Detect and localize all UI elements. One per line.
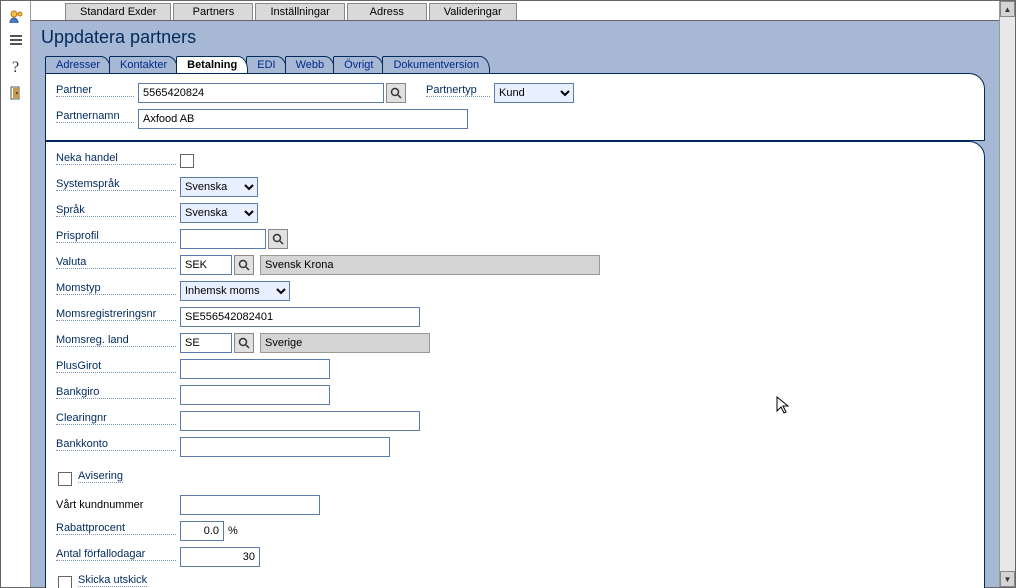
partner-lookup-button[interactable] [386, 83, 406, 103]
tab-betalning[interactable]: Betalning [176, 56, 248, 73]
partnernamn-label: Partnernamn [56, 108, 134, 123]
tab-kontakter[interactable]: Kontakter [109, 56, 178, 73]
scroll-up-button[interactable]: ▲ [1000, 1, 1015, 17]
search-icon [272, 233, 284, 245]
antal-forfall-label: Antal förfallodagar [56, 546, 176, 561]
tab-webb[interactable]: Webb [285, 56, 336, 73]
vart-kundnr-label: Vårt kundnummer [56, 499, 176, 511]
partnernamn-input[interactable] [138, 109, 468, 129]
search-icon [238, 259, 250, 271]
vertical-scrollbar[interactable]: ▲ ▼ [999, 1, 1015, 587]
clearingnr-label: Clearingnr [56, 410, 176, 425]
inner-tabs: Adresser Kontakter Betalning EDI Webb Öv… [31, 56, 999, 73]
plusgirot-label: PlusGirot [56, 358, 176, 373]
plusgirot-input[interactable] [180, 359, 330, 379]
momstyp-select[interactable]: Inhemsk moms [180, 281, 290, 301]
systemsprak-select[interactable]: Svenska [180, 177, 258, 197]
sprak-label: Språk [56, 202, 176, 217]
door-icon[interactable] [8, 85, 24, 101]
list-icon[interactable] [8, 33, 24, 49]
prisprofil-label: Prisprofil [56, 228, 176, 243]
bankkonto-label: Bankkonto [56, 436, 176, 451]
top-tab-partners[interactable]: Partners [173, 3, 253, 20]
tab-adresser[interactable]: Adresser [45, 56, 111, 73]
betalning-form-panel: Neka handel Systemspråk Svenska Språk Sv… [45, 141, 985, 588]
top-tabs: Standard Exder Partners Inställningar Ad… [31, 1, 999, 21]
partnertyp-label: Partnertyp [426, 82, 490, 97]
skicka-utskick-label: Skicka utskick [78, 572, 147, 587]
avisering-label: Avisering [78, 468, 123, 483]
antal-forfall-input[interactable] [180, 547, 260, 567]
skicka-utskick-checkbox[interactable] [58, 576, 72, 588]
momsreg-land-lookup-button[interactable] [234, 333, 254, 353]
vart-kundnr-input[interactable] [180, 495, 320, 515]
neka-handel-checkbox[interactable] [180, 154, 194, 168]
top-tab-adress[interactable]: Adress [347, 3, 427, 20]
search-icon [390, 87, 402, 99]
valuta-lookup-button[interactable] [234, 255, 254, 275]
content-area: Standard Exder Partners Inställningar Ad… [31, 1, 999, 587]
percent-symbol: % [228, 525, 238, 537]
user-icon[interactable] [8, 9, 24, 25]
avisering-checkbox[interactable] [58, 472, 72, 486]
momstyp-label: Momstyp [56, 280, 176, 295]
top-tab-standard[interactable]: Standard Exder [65, 3, 171, 20]
systemsprak-label: Systemspråk [56, 176, 176, 191]
page-title: Uppdatera partners [31, 21, 999, 56]
prisprofil-input[interactable] [180, 229, 266, 249]
partnertyp-select[interactable]: Kund [494, 83, 574, 103]
momsregnr-label: Momsregistreringsnr [56, 306, 176, 321]
valuta-label: Valuta [56, 254, 176, 269]
valuta-input[interactable] [180, 255, 232, 275]
svg-text:?: ? [12, 59, 19, 76]
clearingnr-input[interactable] [180, 411, 420, 431]
left-rail: ? [1, 1, 31, 587]
sprak-select[interactable]: Svenska [180, 203, 258, 223]
rabatt-label: Rabattprocent [56, 520, 176, 535]
bankgiro-label: Bankgiro [56, 384, 176, 399]
partner-input[interactable] [138, 83, 384, 103]
rabatt-input[interactable] [180, 521, 224, 541]
bankkonto-input[interactable] [180, 437, 390, 457]
top-tab-installningar[interactable]: Inställningar [255, 3, 344, 20]
help-icon[interactable]: ? [8, 57, 24, 77]
bankgiro-input[interactable] [180, 385, 330, 405]
valuta-description: Svensk Krona [260, 255, 600, 275]
tab-ovrigt[interactable]: Övrigt [333, 56, 384, 73]
top-tab-valideringar[interactable]: Valideringar [429, 3, 517, 20]
momsreg-land-label: Momsreg. land [56, 332, 176, 347]
momsreg-land-description: Sverige [260, 333, 430, 353]
scroll-down-button[interactable]: ▼ [1000, 571, 1015, 587]
tab-dokumentversion[interactable]: Dokumentversion [382, 56, 490, 73]
momsregnr-input[interactable] [180, 307, 420, 327]
prisprofil-lookup-button[interactable] [268, 229, 288, 249]
partner-header-panel: Partner Partnertyp Kund Partnernamn [45, 73, 985, 141]
neka-handel-label: Neka handel [56, 150, 176, 165]
partner-label: Partner [56, 82, 134, 97]
momsreg-land-input[interactable] [180, 333, 232, 353]
tab-edi[interactable]: EDI [246, 56, 286, 73]
search-icon [238, 337, 250, 349]
